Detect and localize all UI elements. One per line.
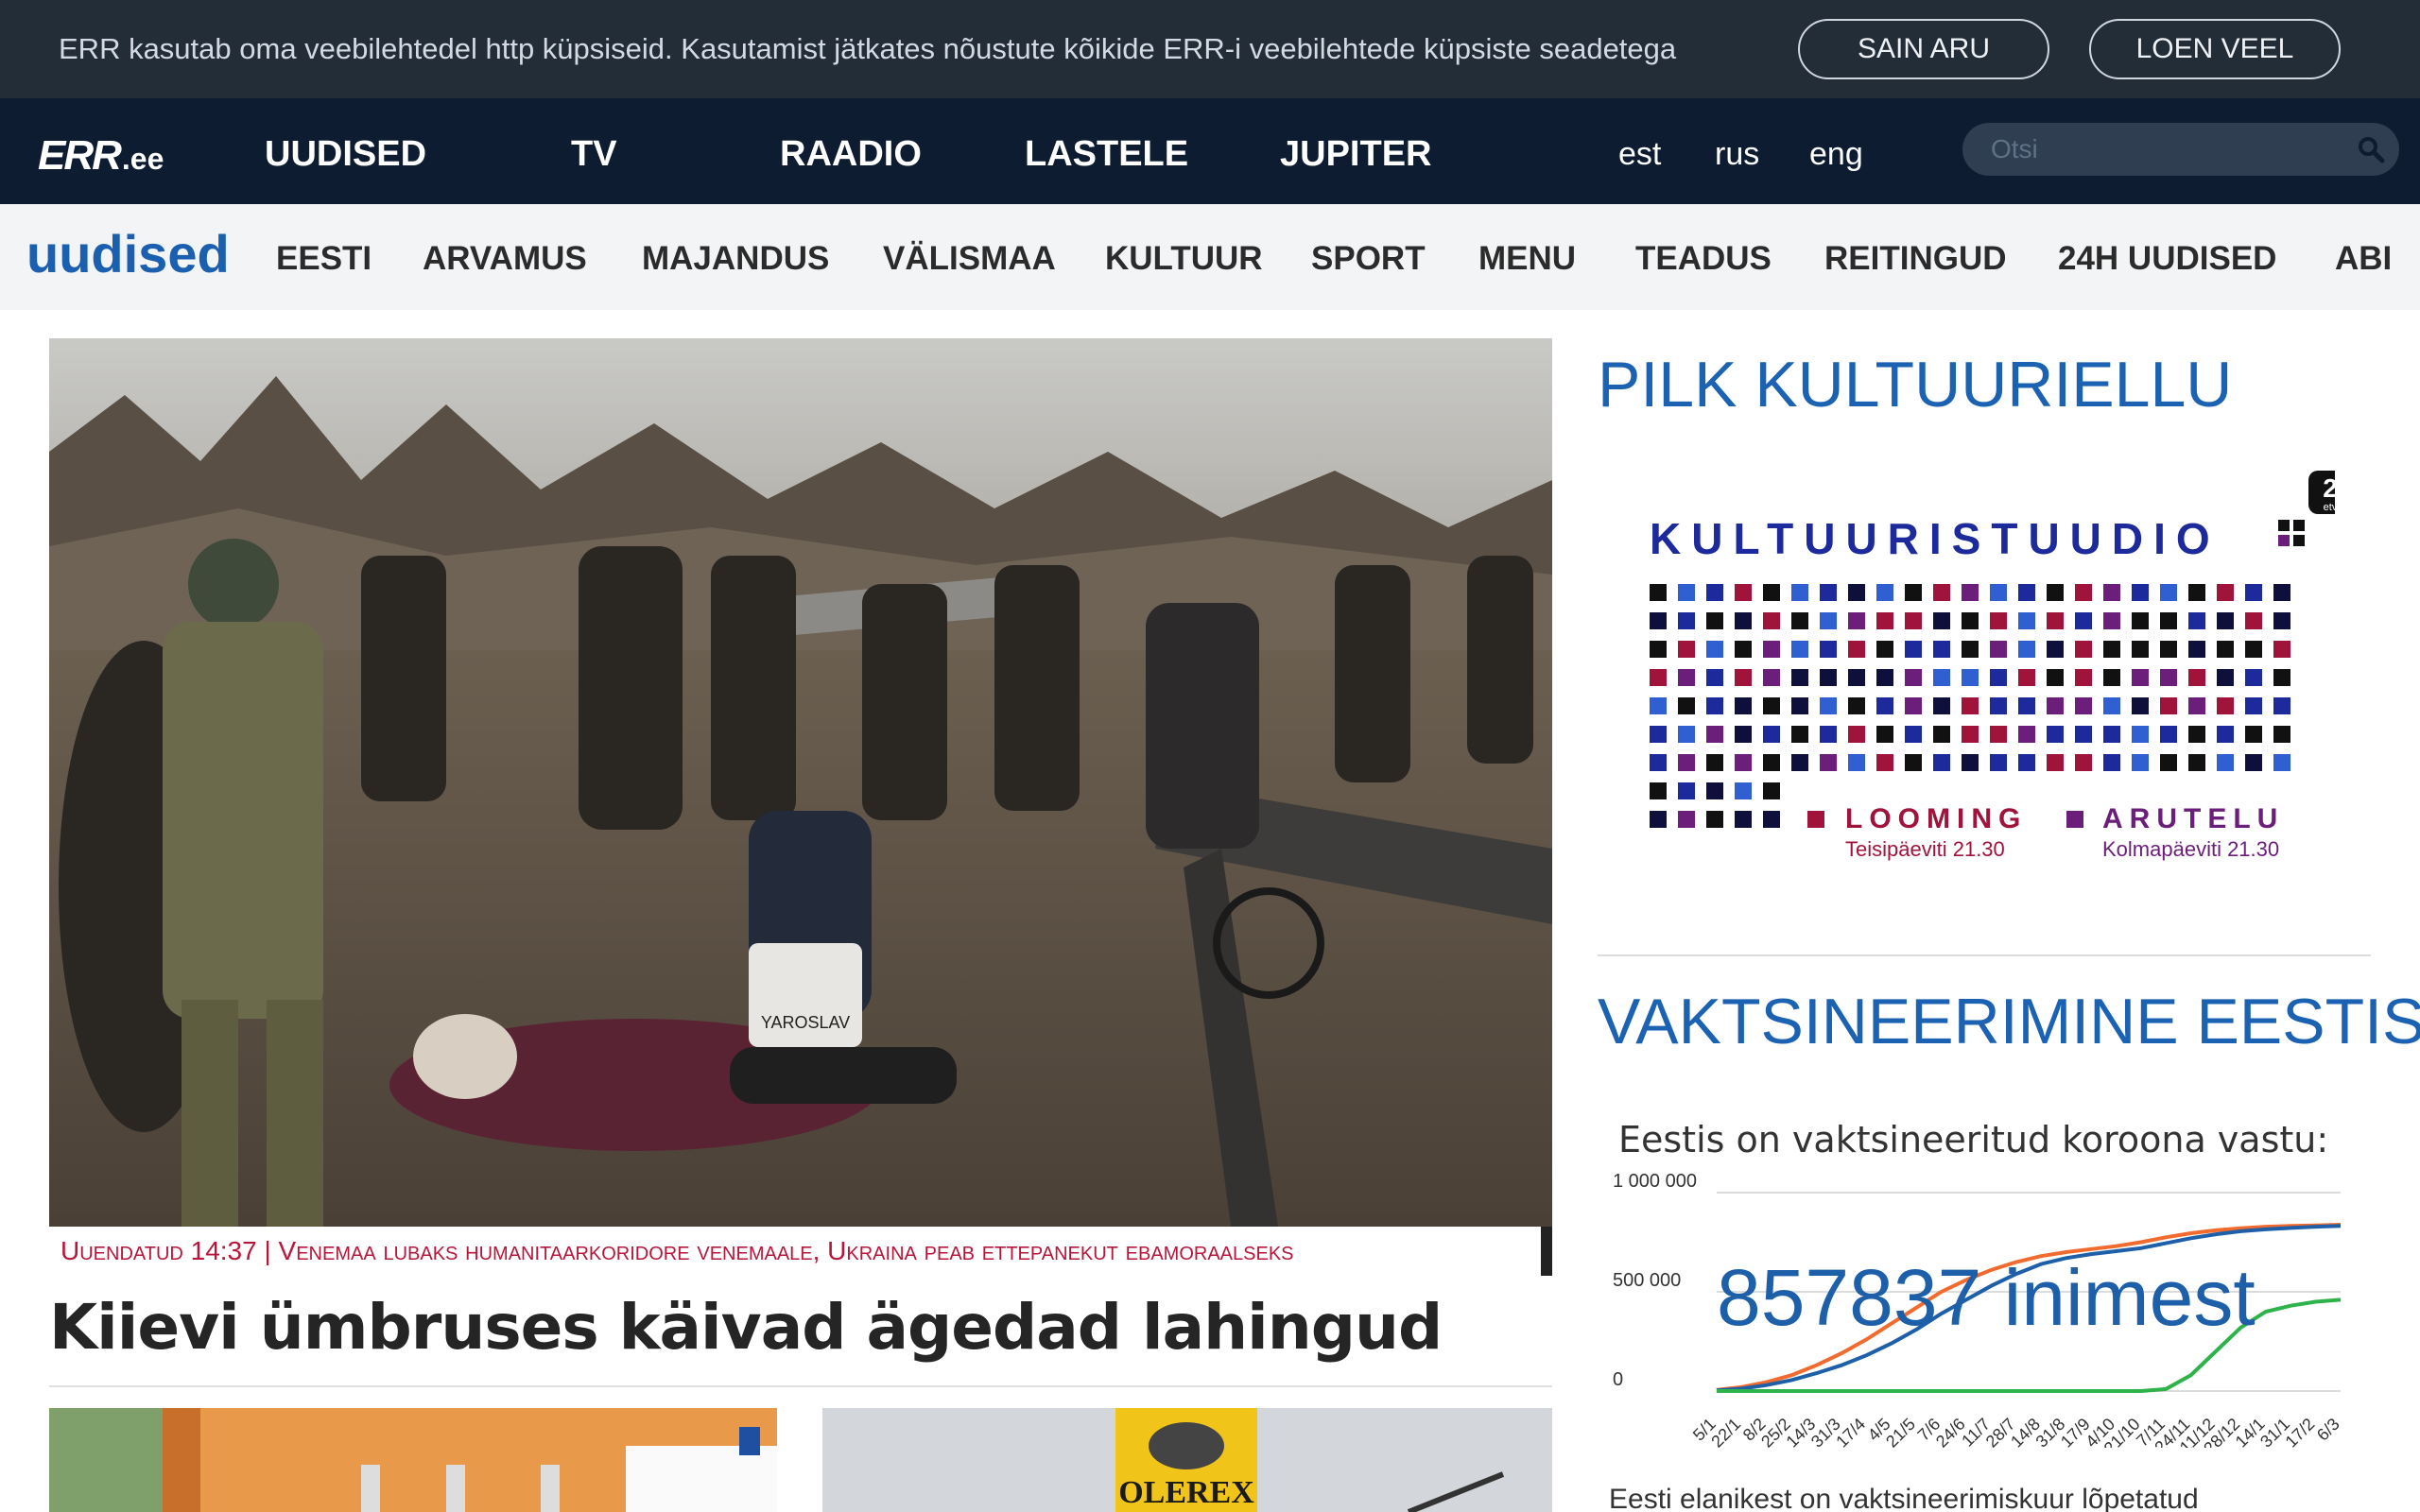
secnav-item-sport[interactable]: SPORT <box>1311 240 1426 278</box>
svg-text:ARUTELU: ARUTELU <box>2102 803 2284 834</box>
secnav-item-valismaa[interactable]: VÄLISMAA <box>883 240 1056 278</box>
secnav-item-eesti[interactable]: EESTI <box>276 240 372 278</box>
story-thumbnail-1[interactable] <box>49 1408 777 1512</box>
thumbnail-image-1 <box>49 1408 777 1512</box>
chart-y-tick-label: 1 000 000 <box>1613 1171 1697 1192</box>
section-title-uudised[interactable]: uudised <box>26 223 230 284</box>
secnav-item-arvamus[interactable]: ARVAMUS <box>423 240 587 278</box>
svg-text:2: 2 <box>2323 473 2335 503</box>
svg-text:Teisipäeviti 21.30: Teisipäeviti 21.30 <box>1845 837 2005 861</box>
sidebar-title-vaktsineerimine[interactable]: VAKTSINEERIMINE EESTIS <box>1598 985 2420 1058</box>
cookie-read-more-button[interactable]: LOEN VEEL <box>2089 19 2341 79</box>
topnav-item-raadio[interactable]: RAADIO <box>780 134 922 175</box>
caption-edge-bar <box>1541 1227 1552 1276</box>
lead-story-headline[interactable]: Kiievi ümbruses käivad ägedad lahingud <box>49 1291 1443 1364</box>
cookie-notice-text: ERR kasutab oma veebilehtedel http küpsi… <box>59 32 1677 65</box>
search-box <box>1962 123 2399 176</box>
lead-story-caption[interactable]: Uuendatud 14:37 | Venemaa lubaks humanit… <box>49 1227 1552 1276</box>
secnav-item-reitingud[interactable]: REITINGUD <box>1824 240 2007 278</box>
section-navigation: uudised EESTI ARVAMUS MAJANDUS VÄLISMAA … <box>0 204 2420 310</box>
topnav-item-jupiter[interactable]: JUPITER <box>1280 134 1431 175</box>
sidebar-title-pilk-kultuuriellu[interactable]: PILK KULTUURIELLU <box>1598 348 2232 421</box>
svg-text:Kolmapäeviti 21.30: Kolmapäeviti 21.30 <box>2102 837 2279 861</box>
secnav-item-24h-uudised[interactable]: 24H UUDISED <box>2058 240 2276 278</box>
secnav-item-majandus[interactable]: MAJANDUS <box>642 240 829 278</box>
secnav-item-abi[interactable]: ABI <box>2335 240 2392 278</box>
logo-main-text: ERR <box>38 132 122 179</box>
language-eng[interactable]: eng <box>1809 136 1863 173</box>
topnav-item-lastele[interactable]: LASTELE <box>1025 134 1188 175</box>
svg-text:KULTUURISTUUDIO: KULTUURISTUUDIO <box>1650 514 2221 563</box>
kultuuristuudio-banner[interactable]: 2 etv KULTUURISTUUDIO LOOMING Teisipäevi… <box>1598 463 2352 898</box>
chart-x-tick-label: 6/3 <box>2313 1415 2343 1445</box>
svg-text:YAROSLAV: YAROSLAV <box>761 1013 850 1032</box>
secnav-item-kultuur[interactable]: KULTUUR <box>1105 240 1263 278</box>
topnav-item-uudised[interactable]: UUDISED <box>265 134 426 175</box>
search-input[interactable] <box>1991 132 2331 166</box>
search-icon[interactable] <box>2356 134 2386 164</box>
caption-text: Uuendatud 14:37 | Venemaa lubaks humanit… <box>60 1236 1294 1265</box>
kultuuristuudio-graphic: 2 etv KULTUURISTUUDIO LOOMING Teisipäevi… <box>1650 471 2352 861</box>
top-navigation: ERR .ee UUDISED TV RAADIO LASTELE JUPITE… <box>0 98 2420 204</box>
vaccination-footer-text: Eesti elanikest on vaktsineerimiskuur lõ… <box>1609 1484 2199 1512</box>
lead-story-photo[interactable]: YAROSLAV <box>49 338 1552 1227</box>
sidebar-divider <box>1598 954 2371 956</box>
vaccination-intro-text: Eestis on vaktsineeritud koroona vastu: <box>1618 1119 2329 1160</box>
cookie-banner: ERR kasutab oma veebilehtedel http küpsi… <box>0 0 2420 98</box>
story-thumbnail-2[interactable]: OLEREX <box>822 1408 1552 1512</box>
err-logo[interactable]: ERR .ee <box>38 132 164 179</box>
cookie-accept-button[interactable]: SAIN ARU <box>1798 19 2049 79</box>
svg-text:OLEREX: OLEREX <box>1118 1475 1254 1510</box>
secnav-item-teadus[interactable]: TEADUS <box>1635 240 1772 278</box>
vaccination-chart: 1 000 000500 0000 5/122/18/225/214/331/3… <box>1613 1171 2343 1448</box>
secnav-item-menu[interactable]: MENU <box>1478 240 1576 278</box>
thumbnail-image-2: OLEREX <box>822 1408 1552 1512</box>
divider <box>49 1385 1552 1387</box>
language-rus[interactable]: rus <box>1715 136 1759 173</box>
svg-text:etv: etv <box>2324 502 2335 513</box>
chart-y-tick-label: 500 000 <box>1613 1270 1681 1291</box>
logo-suffix-text: .ee <box>121 142 164 176</box>
topnav-item-tv[interactable]: TV <box>571 134 617 175</box>
language-est[interactable]: est <box>1618 136 1661 173</box>
chart-y-tick-label: 0 <box>1613 1369 1623 1390</box>
vaccinated-count: 857837 inimest <box>1717 1253 2256 1342</box>
svg-text:LOOMING: LOOMING <box>1845 803 2027 834</box>
lead-photo-illustration: YAROSLAV <box>49 338 1552 1227</box>
